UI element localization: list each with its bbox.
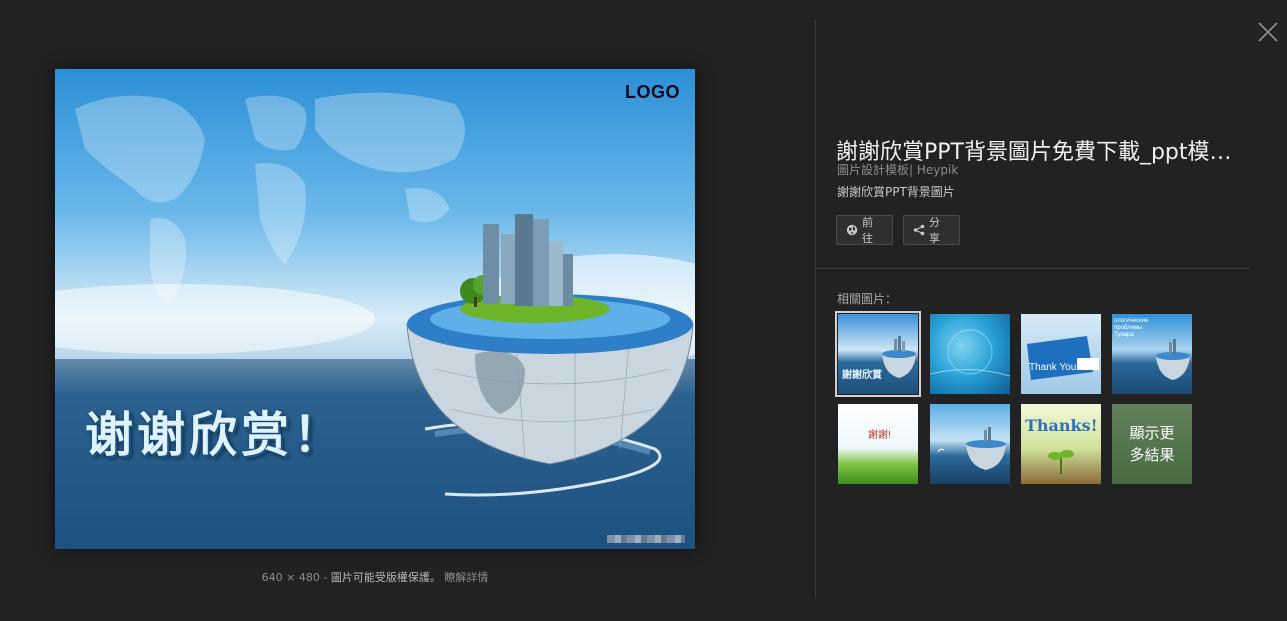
globe-icon <box>846 224 858 236</box>
related-thumb-7[interactable]: Thanks! <box>1021 404 1101 484</box>
image-source: 圖片設計模板| Heypik <box>837 163 959 177</box>
thumb-3-caption: Thank You! <box>1029 362 1080 373</box>
close-button[interactable] <box>1256 20 1280 44</box>
share-button-label: 分享 <box>929 216 940 245</box>
preview-logo-text: LOGO <box>625 82 680 102</box>
thumb-3-artwork <box>1027 336 1099 380</box>
preview-redacted-strip <box>607 535 685 543</box>
thumb-6-artwork <box>937 427 1006 470</box>
related-thumb-6[interactable] <box>930 404 1010 484</box>
image-caption: 640 × 480 - 圖片可能受版權保護。 瞭解詳情 <box>55 569 695 585</box>
close-icon <box>1258 22 1278 42</box>
related-thumb-2[interactable] <box>930 314 1010 394</box>
learn-more-link[interactable]: 瞭解詳情 <box>444 571 488 584</box>
thumb-1-artwork <box>882 336 916 378</box>
related-thumb-5[interactable]: 謝謝! <box>838 404 918 484</box>
related-thumb-3[interactable]: Thank You! <box>1021 314 1101 394</box>
thumb-2-artwork <box>930 329 1010 377</box>
caption-separator: - <box>323 571 328 584</box>
related-more-results[interactable]: 顯示更多結果 <box>1112 404 1192 484</box>
related-thumb-4[interactable]: ологические проблемы Тунара <box>1112 314 1192 394</box>
related-thumb-1[interactable]: 謝謝欣賞 <box>835 311 921 397</box>
section-divider <box>816 268 1250 269</box>
visit-button-label: 前往 <box>862 216 873 245</box>
preview-artwork <box>55 92 695 549</box>
preview-image[interactable]: LOGO 谢谢欣赏！ <box>55 69 695 549</box>
thumb-7-caption: Thanks! <box>1025 416 1098 435</box>
related-images-label: 相關圖片： <box>837 292 898 306</box>
share-icon <box>913 224 925 236</box>
thumb-5-caption: 謝謝! <box>868 430 891 441</box>
image-subtitle: 謝謝欣賞PPT背景圖片 <box>837 185 955 199</box>
image-dimensions: 640 × 480 <box>261 571 320 584</box>
preview-headline: 谢谢欣赏！ <box>85 407 346 463</box>
more-results-label: 顯示更多結果 <box>1112 404 1192 484</box>
thumb-1-caption: 謝謝欣賞 <box>842 370 882 381</box>
share-button[interactable]: 分享 <box>903 215 960 245</box>
thumb-4-caption: ологические проблемы Тунара <box>1114 318 1149 338</box>
panel-divider <box>815 20 816 598</box>
visit-button[interactable]: 前往 <box>836 215 893 245</box>
copyright-notice: 圖片可能受版權保護。 <box>330 571 441 584</box>
